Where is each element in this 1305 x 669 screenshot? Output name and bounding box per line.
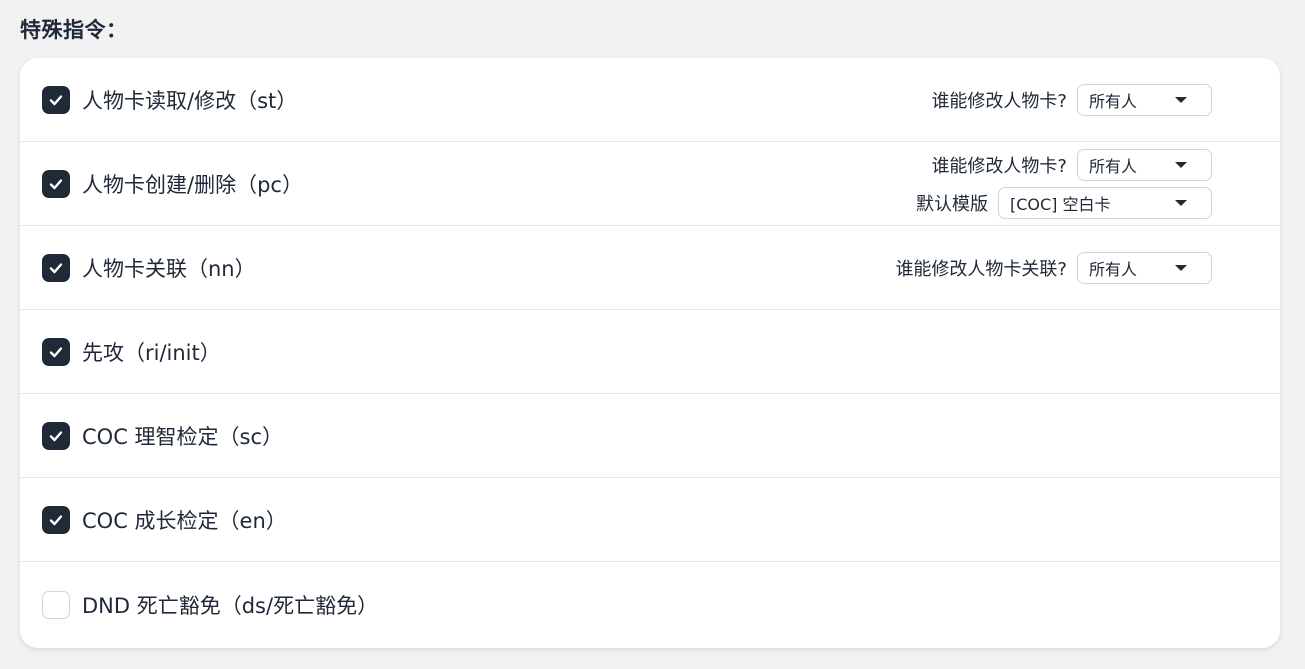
select-value: [COC] 空白卡 — [1010, 194, 1111, 214]
command-label-init: 先攻（ri/init） — [82, 340, 221, 365]
setting-label: 谁能修改人物卡关联? — [895, 258, 1067, 280]
command-row-pc: 人物卡创建/删除（pc） 谁能修改人物卡? 所有人 默认模版 [COC] 空白卡 — [20, 142, 1280, 226]
caret-down-icon — [1175, 264, 1187, 271]
command-label-pc: 人物卡创建/删除（pc） — [82, 172, 303, 197]
section-title: 特殊指令： — [20, 18, 128, 42]
setting-who-can-edit: 谁能修改人物卡? 所有人 — [931, 148, 1212, 181]
command-label-st: 人物卡读取/修改（st） — [82, 88, 298, 113]
select-value: 所有人 — [1089, 156, 1138, 176]
command-row-init: 先攻（ri/init） — [20, 310, 1280, 394]
default-template-select[interactable]: [COC] 空白卡 — [998, 186, 1212, 219]
setting-label: 谁能修改人物卡? — [931, 90, 1067, 112]
command-settings-nn: 谁能修改人物卡关联? 所有人 — [895, 251, 1212, 284]
command-settings-pc: 谁能修改人物卡? 所有人 默认模版 [COC] 空白卡 — [916, 148, 1212, 219]
command-checkbox-ds[interactable] — [42, 591, 70, 619]
command-row-en: COC 成长检定（en） — [20, 478, 1280, 562]
caret-down-icon — [1175, 161, 1187, 168]
setting-default-template: 默认模版 [COC] 空白卡 — [916, 186, 1212, 219]
caret-down-icon — [1175, 199, 1187, 206]
checkmark-icon — [49, 94, 63, 105]
select-value: 所有人 — [1089, 91, 1138, 111]
command-row-ds: DND 死亡豁免（ds/死亡豁免） — [20, 562, 1280, 648]
command-label-ds: DND 死亡豁免（ds/死亡豁免） — [82, 594, 379, 618]
command-row-sc: COC 理智检定（sc） — [20, 394, 1280, 478]
command-checkbox-nn[interactable] — [42, 253, 70, 282]
command-checkbox-st[interactable] — [42, 85, 70, 114]
checkmark-icon — [49, 514, 63, 525]
setting-who-can-edit-link: 谁能修改人物卡关联? 所有人 — [895, 251, 1212, 284]
command-row-nn: 人物卡关联（nn） 谁能修改人物卡关联? 所有人 — [20, 226, 1280, 310]
who-can-edit-select[interactable]: 所有人 — [1077, 148, 1212, 181]
checkmark-icon — [49, 430, 63, 441]
command-row-st: 人物卡读取/修改（st） 谁能修改人物卡? 所有人 — [20, 58, 1280, 142]
command-label-nn: 人物卡关联（nn） — [82, 256, 256, 281]
checkmark-icon — [49, 346, 63, 357]
command-checkbox-sc[interactable] — [42, 421, 70, 450]
command-label-sc: COC 理智检定（sc） — [82, 424, 284, 449]
setting-label: 谁能修改人物卡? — [931, 155, 1067, 177]
command-checkbox-pc[interactable] — [42, 169, 70, 198]
checkmark-icon — [49, 178, 63, 189]
caret-down-icon — [1175, 96, 1187, 103]
checkmark-icon — [49, 262, 63, 273]
select-value: 所有人 — [1089, 259, 1138, 279]
setting-label: 默认模版 — [916, 193, 988, 215]
command-checkbox-init[interactable] — [42, 337, 70, 366]
who-can-edit-link-select[interactable]: 所有人 — [1077, 251, 1212, 284]
command-label-en: COC 成长检定（en） — [82, 508, 287, 533]
command-settings-st: 谁能修改人物卡? 所有人 — [931, 83, 1212, 116]
setting-who-can-edit: 谁能修改人物卡? 所有人 — [931, 83, 1212, 116]
command-checkbox-en[interactable] — [42, 505, 70, 534]
commands-card: 人物卡读取/修改（st） 谁能修改人物卡? 所有人 人物卡创建/删除（pc） 谁… — [20, 58, 1280, 648]
who-can-edit-select[interactable]: 所有人 — [1077, 83, 1212, 116]
